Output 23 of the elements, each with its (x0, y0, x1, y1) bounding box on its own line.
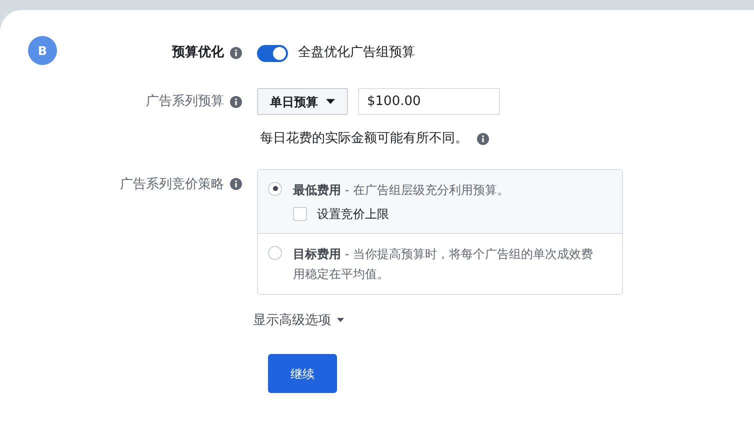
checkbox[interactable] (293, 206, 307, 220)
amount-field[interactable]: $100.00 (358, 88, 500, 115)
field-label: 预算优化 (172, 44, 224, 62)
option-text: 最低费用 - 在广告组层级充分利用预算。 (293, 182, 510, 198)
toggle-label: 全盘优化广告组预算 (298, 44, 415, 62)
info-icon[interactable] (230, 96, 242, 108)
option-text: 目标费用 - 当你提高预算时，将每个广告组的单次成效费用稳定在平均值。 (293, 246, 593, 282)
caret-icon (337, 318, 344, 322)
radio-button[interactable] (268, 246, 282, 260)
field-label: 广告系列预算 (146, 92, 224, 111)
info-icon[interactable] (230, 47, 242, 59)
budget-type-dropdown[interactable]: 单日预算 (257, 88, 348, 115)
step-badge: B (28, 36, 57, 65)
toggle-switch[interactable] (257, 44, 288, 62)
field-label: 广告系列竞价策略 (120, 176, 224, 194)
checkbox-label: 设置竞价上限 (317, 206, 389, 222)
budget-note: 每日花费的实际金额可能有所不同。 (260, 130, 468, 148)
continue-button[interactable]: 继续 (268, 354, 337, 393)
info-icon[interactable] (477, 132, 489, 145)
radio-button[interactable] (268, 182, 282, 196)
info-icon[interactable] (230, 178, 242, 190)
advanced-options-link[interactable]: 显示高级选项 (253, 310, 344, 330)
caret-icon (326, 99, 335, 104)
